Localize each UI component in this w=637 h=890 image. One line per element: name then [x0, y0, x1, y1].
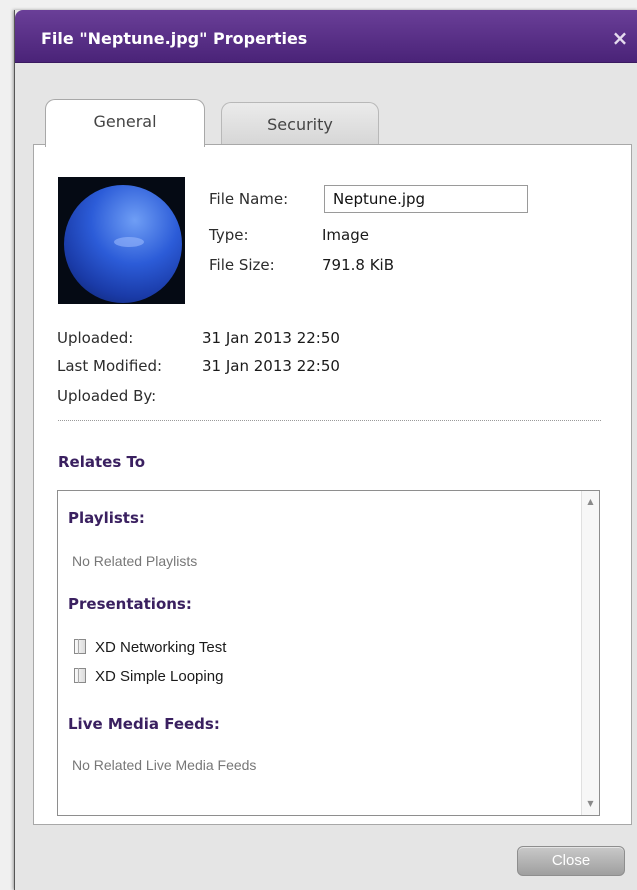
presentation-item[interactable]: XD Simple Looping	[74, 668, 223, 685]
last-modified-value: 31 Jan 2013 22:50	[202, 357, 340, 375]
tab-security[interactable]: Security	[221, 102, 379, 145]
section-divider	[58, 420, 601, 421]
live-feeds-heading: Live Media Feeds:	[68, 715, 220, 733]
close-icon[interactable]: ×	[610, 28, 630, 48]
file-name-input[interactable]	[324, 185, 528, 213]
uploaded-by-label: Uploaded By:	[57, 387, 157, 405]
type-value: Image	[322, 226, 369, 244]
presentation-name: XD Networking Test	[95, 639, 227, 656]
general-panel: File Name: Type: Image File Size: 791.8 …	[33, 144, 632, 825]
scroll-up-arrow-icon[interactable]: ▲	[582, 495, 599, 509]
file-thumbnail	[58, 177, 185, 304]
playlists-empty-text: No Related Playlists	[72, 553, 198, 569]
relates-scrollbar[interactable]: ▲ ▼	[581, 491, 599, 815]
last-modified-label: Last Modified:	[57, 357, 163, 375]
file-size-label: File Size:	[209, 256, 275, 274]
close-button[interactable]: Close	[517, 846, 625, 876]
dialog-titlebar[interactable]: File "Neptune.jpg" Properties ×	[15, 10, 637, 63]
properties-dialog: File "Neptune.jpg" Properties × General …	[14, 10, 637, 890]
scroll-down-arrow-icon[interactable]: ▼	[582, 797, 599, 811]
dialog-title: File "Neptune.jpg" Properties	[41, 29, 308, 48]
live-feeds-empty-text: No Related Live Media Feeds	[72, 757, 257, 773]
document-icon	[74, 639, 86, 654]
playlists-heading: Playlists:	[68, 509, 145, 527]
planet-spot	[114, 237, 144, 247]
file-name-label: File Name:	[209, 190, 289, 208]
tab-general[interactable]: General	[45, 99, 205, 147]
type-label: Type:	[209, 226, 249, 244]
presentation-item[interactable]: XD Networking Test	[74, 639, 226, 656]
uploaded-label: Uploaded:	[57, 329, 134, 347]
presentations-heading: Presentations:	[68, 595, 192, 613]
document-icon	[74, 668, 86, 683]
presentation-name: XD Simple Looping	[95, 668, 224, 685]
uploaded-value: 31 Jan 2013 22:50	[202, 329, 340, 347]
file-size-value: 791.8 KiB	[322, 256, 395, 274]
relates-to-heading: Relates To	[58, 453, 146, 471]
relates-list[interactable]: Playlists: No Related Playlists Presenta…	[57, 490, 600, 816]
